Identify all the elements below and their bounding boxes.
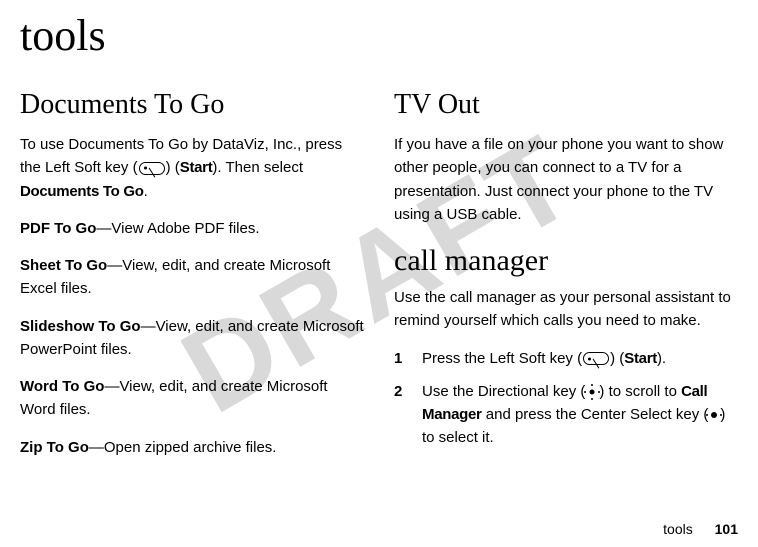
tv-out-text: If you have a file on your phone you wan… [394, 133, 738, 226]
left-soft-key-icon [583, 352, 609, 365]
step-1: 1 Press the Left Soft key ( ) (Start). [394, 347, 738, 370]
documents-to-go-label: Documents To Go [20, 183, 144, 200]
sheet-to-go: Sheet To Go—View, edit, and create Micro… [20, 254, 364, 301]
text: ) ( [610, 350, 624, 367]
start-label: Start [180, 159, 213, 176]
page-footer: tools 101 [663, 521, 738, 537]
text: ). Then select [212, 159, 303, 176]
text: ) to scroll to [599, 383, 681, 400]
section-call-manager: call manager [394, 244, 738, 278]
left-soft-key-icon [139, 162, 165, 175]
feature-name: Slideshow To Go [20, 318, 141, 335]
text: ). [657, 350, 666, 367]
text: . [144, 183, 148, 200]
section-documents-to-go: Documents To Go [20, 89, 364, 121]
text: Use the Directional key ( [422, 383, 585, 400]
step-2: 2 Use the Directional key ( ) to scroll t… [394, 380, 738, 450]
feature-name: Sheet To Go [20, 257, 107, 274]
section-tv-out: TV Out [394, 89, 738, 121]
feature-name: Zip To Go [20, 439, 89, 456]
feature-name: Word To Go [20, 378, 104, 395]
word-to-go: Word To Go—View, edit, and create Micros… [20, 375, 364, 422]
start-label: Start [624, 350, 657, 367]
feature-desc: —View Adobe PDF files. [96, 220, 259, 237]
feature-desc: —Open zipped archive files. [89, 439, 277, 456]
two-column-layout: Documents To Go To use Documents To Go b… [20, 89, 738, 473]
text: and press the Center Select key ( [482, 406, 709, 423]
footer-section: tools [663, 521, 693, 537]
step-number: 2 [394, 380, 406, 450]
call-manager-intro: Use the call manager as your personal as… [394, 286, 738, 333]
directional-key-icon [585, 385, 599, 399]
pdf-to-go: PDF To Go—View Adobe PDF files. [20, 217, 364, 240]
feature-name: PDF To Go [20, 220, 96, 237]
step-number: 1 [394, 347, 406, 370]
center-select-key-icon [708, 409, 720, 421]
chapter-title: tools [20, 10, 738, 61]
docs-intro: To use Documents To Go by DataViz, Inc.,… [20, 133, 364, 203]
step-text: Press the Left Soft key ( ) (Start). [422, 347, 666, 370]
page-number: 101 [715, 521, 738, 537]
left-column: Documents To Go To use Documents To Go b… [20, 89, 364, 473]
page-content: tools Documents To Go To use Documents T… [0, 0, 758, 473]
step-text: Use the Directional key () to scroll to … [422, 380, 738, 450]
slideshow-to-go: Slideshow To Go—View, edit, and create M… [20, 315, 364, 362]
text: ) ( [166, 159, 180, 176]
zip-to-go: Zip To Go—Open zipped archive files. [20, 436, 364, 459]
text: Press the Left Soft key ( [422, 350, 582, 367]
right-column: TV Out If you have a file on your phone … [394, 89, 738, 473]
